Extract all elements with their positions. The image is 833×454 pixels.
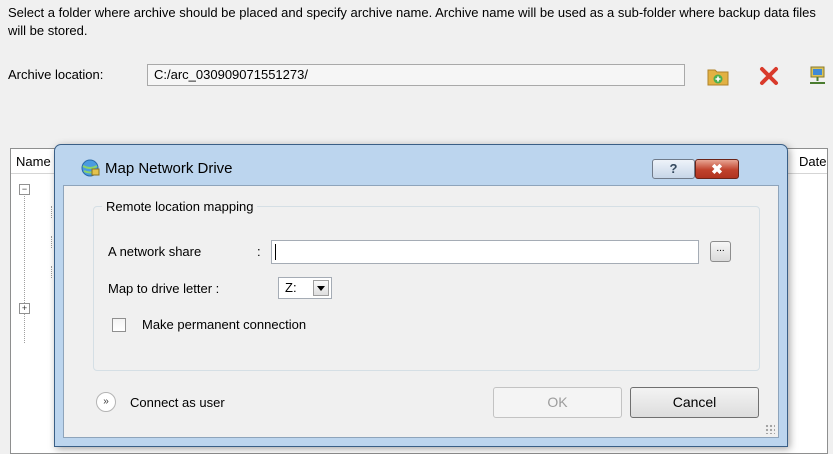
add-folder-button[interactable] — [706, 64, 730, 88]
network-drive-icon — [81, 159, 100, 177]
map-network-drive-dialog: Map Network Drive ? ✖ Remote location ma… — [54, 144, 788, 447]
dialog-titlebar[interactable]: Map Network Drive ? ✖ — [55, 145, 787, 179]
dialog-body: Remote location mapping A network share … — [63, 185, 779, 438]
cancel-button[interactable]: Cancel — [630, 387, 759, 418]
drive-letter-value: Z: — [285, 280, 297, 295]
resize-grip-icon[interactable] — [765, 424, 775, 434]
network-share-label: A network share — [108, 244, 202, 259]
column-date-header[interactable]: Date — [799, 154, 826, 169]
delete-button[interactable] — [757, 64, 781, 88]
connect-as-user-label[interactable]: Connect as user — [130, 395, 225, 410]
dialog-title: Map Network Drive — [105, 160, 233, 177]
tree-line — [51, 206, 52, 218]
browse-button[interactable]: ... — [710, 241, 731, 262]
archive-location-input[interactable]: C:/arc_030909071551273/ — [147, 64, 685, 86]
network-share-colon: : — [257, 244, 261, 259]
delete-icon — [760, 67, 778, 85]
help-button[interactable]: ? — [652, 159, 695, 179]
chevron-down-icon[interactable] — [313, 280, 329, 296]
archive-location-label: Archive location: — [8, 67, 104, 82]
permanent-connection-checkbox[interactable] — [112, 318, 126, 332]
description-text: Select a folder where archive should be … — [8, 5, 816, 38]
group-title: Remote location mapping — [102, 199, 258, 214]
drive-letter-select[interactable]: Z: — [278, 277, 332, 299]
text-caret — [275, 244, 276, 260]
ok-button[interactable]: OK — [493, 387, 622, 418]
column-name-header[interactable]: Name — [16, 154, 51, 169]
map-network-drive-button[interactable] — [806, 64, 830, 88]
tree-line — [24, 193, 25, 343]
tree-line — [51, 236, 52, 248]
network-share-input[interactable] — [271, 240, 699, 264]
expand-icon[interactable]: + — [19, 303, 30, 314]
add-folder-icon — [707, 69, 729, 86]
close-button[interactable]: ✖ — [695, 159, 739, 179]
collapse-icon[interactable]: − — [19, 184, 30, 195]
map-network-drive-icon — [810, 66, 825, 84]
permanent-connection-label[interactable]: Make permanent connection — [142, 317, 306, 332]
tree-line — [51, 266, 52, 278]
expand-icon[interactable]: » — [96, 392, 116, 412]
drive-letter-label: Map to drive letter : — [108, 281, 220, 296]
